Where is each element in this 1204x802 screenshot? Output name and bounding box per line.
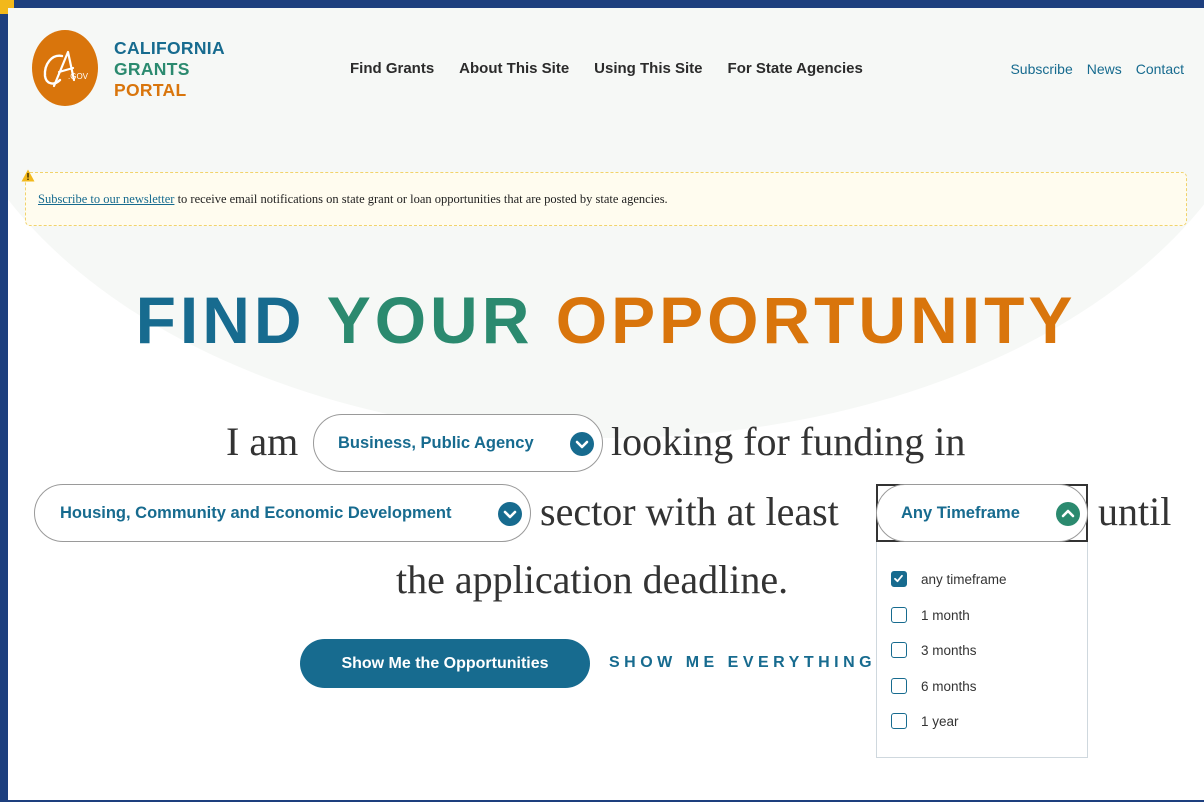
nav-using-this-site[interactable]: Using This Site [594, 60, 702, 77]
notice-body: to receive email notifications on state … [174, 192, 668, 206]
timeframe-option-6-months[interactable]: 6 months [891, 674, 977, 698]
timeframe-option-label: any timeframe [921, 571, 1007, 587]
newsletter-notice: Subscribe to our newsletter to receive e… [25, 172, 1187, 226]
chevron-down-icon [570, 432, 594, 456]
timeframe-pill: Any Timeframe [876, 484, 1088, 542]
page: .GOV CALIFORNIA GRANTS PORTAL Find Grant… [8, 8, 1204, 800]
sentence-until: until [1098, 489, 1172, 534]
checkmark-icon [894, 574, 903, 583]
show-everything-link[interactable]: SHOW ME EVERYTHING [609, 654, 876, 672]
svg-text:.GOV: .GOV [68, 72, 89, 81]
ca-gov-logo[interactable]: .GOV [32, 30, 98, 106]
sector-select[interactable]: Housing, Community and Economic Developm… [34, 484, 531, 542]
timeframe-option-label: 3 months [921, 642, 977, 658]
hero-title-find: FIND [135, 283, 306, 357]
applicant-type-select[interactable]: Business, Public Agency [313, 414, 603, 472]
applicant-type-value: Business, Public Agency [338, 434, 534, 452]
nav-for-state-agencies[interactable]: For State Agencies [728, 60, 863, 77]
show-opportunities-button[interactable]: Show Me the Opportunities [300, 639, 590, 688]
timeframe-option-label: 1 month [921, 607, 970, 623]
nav-subscribe[interactable]: Subscribe [1010, 61, 1072, 77]
warning-icon [21, 169, 35, 182]
checkbox-checked[interactable] [891, 571, 907, 587]
timeframe-option-1-month[interactable]: 1 month [891, 603, 970, 627]
sentence-looking-for-funding: looking for funding in [611, 419, 966, 464]
timeframe-option-any[interactable]: any timeframe [891, 567, 1007, 591]
logo-line-1: CALIFORNIA [114, 38, 225, 58]
timeframe-value: Any Timeframe [901, 504, 1020, 522]
timeframe-dropdown-menu: any timeframe 1 month 3 months 6 months … [876, 542, 1088, 758]
nav-about-this-site[interactable]: About This Site [459, 60, 569, 77]
nav-contact[interactable]: Contact [1136, 61, 1184, 77]
hero-title-opportunity: OPPORTUNITY [555, 283, 1077, 357]
timeframe-option-label: 6 months [921, 678, 977, 694]
ca-gov-logo-mark: .GOV [43, 50, 89, 88]
sentence-sector-with-at-least: sector with at least [540, 489, 839, 534]
timeframe-option-label: 1 year [921, 713, 959, 729]
sentence-i-am: I am [226, 419, 299, 464]
site-logo-text[interactable]: CALIFORNIA GRANTS PORTAL [114, 38, 225, 101]
chevron-up-icon [1056, 502, 1080, 526]
hero-title: FIND YOUR OPPORTUNITY [8, 280, 1204, 360]
notice-text: Subscribe to our newsletter to receive e… [38, 192, 668, 207]
logo-line-3: PORTAL [114, 80, 187, 100]
subscribe-newsletter-link[interactable]: Subscribe to our newsletter [38, 192, 174, 206]
hero-title-your: YOUR [326, 283, 534, 357]
chevron-down-icon [498, 502, 522, 526]
main-navigation: Find Grants About This Site Using This S… [350, 60, 863, 77]
utility-navigation: Subscribe News Contact [1010, 61, 1184, 77]
sector-value: Housing, Community and Economic Developm… [60, 504, 452, 522]
timeframe-select[interactable]: Any Timeframe [876, 484, 1088, 542]
checkbox[interactable] [891, 678, 907, 694]
sentence-application-deadline: the application deadline. [396, 557, 789, 602]
nav-news[interactable]: News [1087, 61, 1122, 77]
timeframe-option-1-year[interactable]: 1 year [891, 709, 959, 733]
checkbox[interactable] [891, 642, 907, 658]
checkbox[interactable] [891, 607, 907, 623]
nav-find-grants[interactable]: Find Grants [350, 60, 434, 77]
logo-line-2: GRANTS [114, 59, 190, 79]
checkbox[interactable] [891, 713, 907, 729]
timeframe-option-3-months[interactable]: 3 months [891, 638, 977, 662]
